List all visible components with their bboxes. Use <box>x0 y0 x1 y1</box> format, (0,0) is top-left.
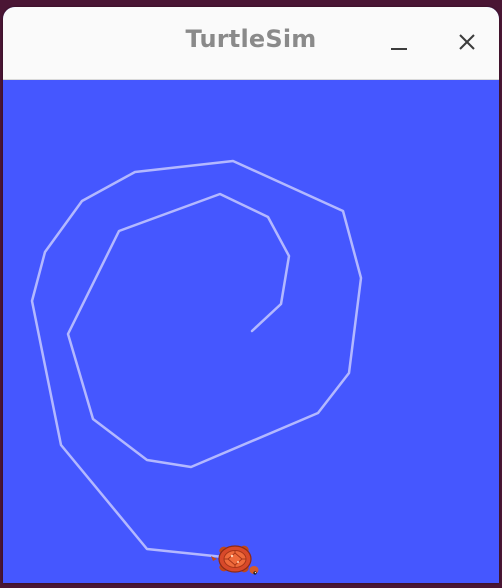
turtle-icon[interactable] <box>211 544 259 575</box>
turtle-canvas <box>3 80 499 583</box>
close-icon <box>459 34 475 50</box>
minimize-button[interactable] <box>382 25 416 59</box>
window-title: TurtleSim <box>185 25 317 53</box>
turtlesim-window: TurtleSim <box>3 7 499 583</box>
close-button[interactable] <box>450 25 484 59</box>
title-bar[interactable]: TurtleSim <box>3 7 499 80</box>
minimize-icon <box>391 48 407 50</box>
pen-trail <box>30 159 363 560</box>
